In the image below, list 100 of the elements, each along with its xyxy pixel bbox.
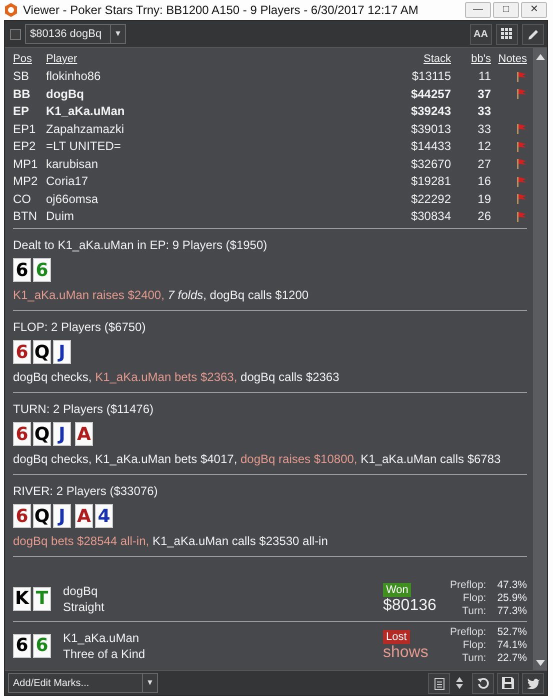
stack-cell-text: $32670: [410, 156, 451, 171]
column-header[interactable]: Pos: [13, 52, 46, 65]
bb-count: 19: [476, 192, 491, 206]
playing-card: Q: [33, 504, 51, 528]
player-name: dogBq: [63, 584, 99, 598]
app-logo-icon: [4, 3, 18, 17]
equity-value: 74.1%: [496, 639, 527, 652]
bird-button[interactable]: [522, 672, 544, 694]
stack-cell-text: $13115: [410, 69, 451, 84]
bb-count: 26: [476, 209, 491, 224]
equity-value: 77.3%: [496, 605, 527, 618]
bb-count: 37: [476, 86, 491, 101]
equity-label: Turn:: [461, 605, 486, 618]
stack-cell-text: $44257: [410, 86, 451, 101]
bb-count: 11: [478, 69, 491, 84]
player-name: karubisan: [46, 156, 100, 171]
street-title: Dealt to K1_aKa.uMan in EP: 9 Players ($1950): [13, 238, 268, 252]
refresh-icon: [476, 676, 490, 690]
stack-cell-text: $22292: [410, 192, 451, 206]
position-cell-text: EP2: [13, 139, 37, 154]
action-line: K1_aKa.uMan raises $2400, 7 folds, dogBq calls $1200: [13, 288, 310, 302]
bb-count: 27: [476, 156, 491, 171]
playing-card: 6: [33, 258, 51, 282]
flag-icon[interactable]: [516, 176, 527, 187]
list-icon: [434, 676, 444, 690]
player-name: Coria17: [46, 174, 90, 188]
playing-card: T: [33, 586, 51, 610]
action-line: dogBq checks, K1_aKa.uMan bets $4017, dogBq raises $10800, K1_aKa.uMan calls $6783: [13, 452, 502, 466]
street-title: RIVER: 2 Players ($33076): [13, 484, 159, 498]
font-size-button[interactable]: AA: [470, 24, 492, 44]
marks-select[interactable]: Add/Edit Marks... ▼: [8, 673, 158, 693]
flag-icon[interactable]: [516, 70, 527, 82]
bb-count: 33: [476, 122, 491, 136]
edit-button[interactable]: [522, 24, 544, 44]
hand-select[interactable]: $80136 dogBq ▼: [25, 24, 126, 44]
flag-icon[interactable]: [516, 123, 527, 134]
result-badge: Lost: [383, 630, 410, 644]
player-name: dogBq: [46, 86, 85, 101]
stack-cell-text: $14433: [410, 139, 451, 154]
equity-label: Turn:: [461, 652, 486, 665]
window-title: Viewer - Poker Stars Trny: BB1200 A150 - 9 Players - 6/30/2017 12:17 AM: [23, 3, 418, 17]
flag-icon[interactable]: [516, 158, 527, 170]
shows-label: shows: [383, 644, 428, 662]
equity-value: 22.7%: [496, 652, 527, 665]
spinner-icon[interactable]: [456, 677, 463, 689]
stack-cell-text: $19281: [410, 174, 451, 188]
flag-icon[interactable]: [516, 88, 527, 100]
player-name: Zapahzamazki: [46, 122, 126, 136]
playing-card: Q: [33, 340, 51, 364]
player-name: K1_aKa.uMan: [63, 630, 140, 644]
column-header[interactable]: bb's: [451, 52, 491, 65]
scroll-down-icon[interactable]: [536, 660, 544, 666]
player-name: oj66omsa: [46, 192, 100, 206]
column-header[interactable]: Player: [46, 52, 371, 65]
position-cell-text: BB: [13, 86, 32, 101]
action-line: dogBq bets $28544 all-in, K1_aKa.uMan calls $23530 all-in: [13, 534, 329, 548]
flag-icon[interactable]: [516, 193, 527, 204]
calendar-button[interactable]: [428, 672, 450, 694]
street-title: TURN: 2 Players ($11476): [13, 402, 154, 416]
playing-card: A: [75, 504, 93, 528]
action-line: dogBq checks, K1_aKa.uMan bets $2363, dogBq calls $2363: [13, 370, 340, 384]
grid-button[interactable]: [496, 24, 518, 44]
player-name: flokinho86: [46, 69, 102, 84]
bird-icon: [526, 678, 540, 688]
stack-cell-text: $39013: [410, 122, 451, 136]
equity-value: 25.9%: [496, 592, 527, 605]
playing-card: 6: [13, 504, 31, 528]
refresh-button[interactable]: [472, 672, 494, 694]
street-title: FLOP: 2 Players ($6750): [13, 320, 147, 334]
minimize-button[interactable]: —: [465, 2, 491, 18]
scroll-up-icon[interactable]: [536, 54, 544, 60]
maximize-button[interactable]: □: [493, 2, 519, 18]
equity-label: Preflop:: [449, 579, 486, 592]
playing-card: 6: [13, 634, 31, 658]
save-button[interactable]: [497, 672, 519, 694]
equity-value: 47.3%: [496, 579, 527, 592]
scrollbar[interactable]: [533, 48, 547, 670]
hand-rank: Three of a Kind: [63, 646, 146, 660]
position-cell-text: EP1: [13, 122, 37, 136]
position-cell-text: CO: [13, 192, 32, 206]
player-name: =LT UNITED=: [46, 139, 122, 154]
pencil-icon: [526, 28, 540, 40]
playing-card: A: [75, 422, 93, 446]
bb-count: 16: [476, 174, 491, 188]
flag-icon[interactable]: [516, 210, 527, 222]
flag-icon[interactable]: [516, 140, 527, 152]
stack-cell-text: $39243: [410, 104, 451, 118]
player-name: K1_aKa.uMan: [46, 104, 126, 118]
stack-cell-text: $30834: [410, 209, 451, 224]
playing-card: 6: [13, 340, 31, 364]
playing-card: 6: [33, 634, 51, 658]
column-header[interactable]: Notes: [491, 52, 527, 65]
equity-value: 52.7%: [496, 626, 527, 639]
column-header[interactable]: Stack: [371, 52, 451, 65]
playing-card: 6: [13, 258, 31, 282]
playing-card: J: [53, 504, 71, 528]
checkbox[interactable]: [10, 28, 21, 40]
close-button[interactable]: ✕: [521, 2, 547, 18]
playing-card: J: [53, 422, 71, 446]
playing-card: J: [53, 340, 71, 364]
